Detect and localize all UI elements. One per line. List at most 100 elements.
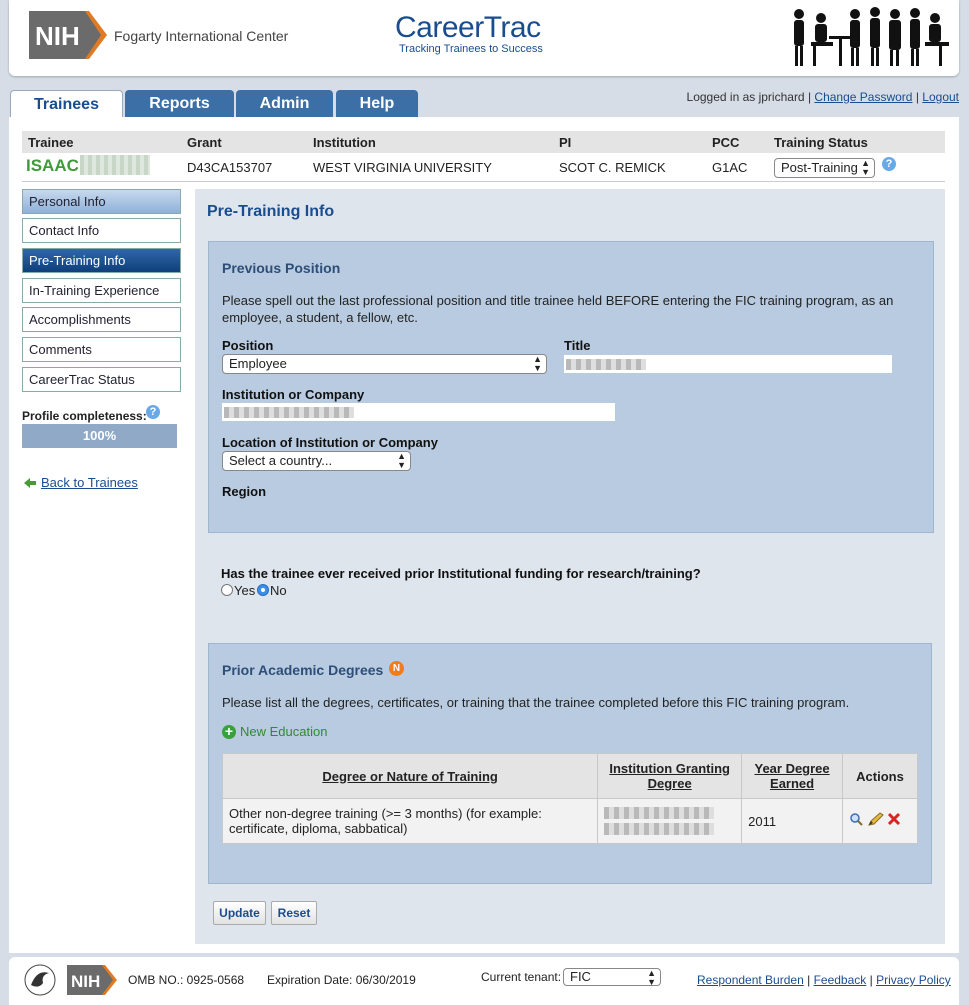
divider: [22, 181, 945, 182]
col-training-status: Training Status: [774, 135, 868, 150]
training-status-select[interactable]: Post-Training ▲ ▼: [774, 158, 875, 178]
svg-text:NIH: NIH: [71, 972, 100, 991]
redacted-title: [566, 359, 646, 370]
people-silhouettes-icon: [794, 7, 949, 66]
nih-footer-logo[interactable]: NIH: [67, 965, 117, 995]
omb-number: OMB NO.: 0925-0568: [128, 973, 245, 987]
funding-no-radio[interactable]: [257, 584, 269, 596]
tab-admin[interactable]: Admin: [236, 90, 333, 118]
previous-position-instructions: Please spell out the last professional p…: [222, 293, 894, 325]
sidebar-item-in-training-experience[interactable]: In-Training Experience: [22, 278, 181, 303]
profile-completeness-label: Profile completeness:: [22, 409, 147, 423]
col-actions: Actions: [842, 753, 918, 799]
institution-field[interactable]: [222, 403, 615, 421]
col-pcc: PCC: [712, 135, 740, 150]
sidebar-item-pre-training-info[interactable]: Pre-Training Info: [22, 248, 181, 273]
funding-yes-radio[interactable]: [221, 584, 233, 596]
institution-label: Institution or Company: [222, 387, 365, 402]
hhs-eagle-icon[interactable]: [23, 963, 57, 997]
page-footer: NIH OMB NO.: 0925-0568 Expiration Date: …: [9, 957, 959, 1005]
sidebar-item-comments[interactable]: Comments: [22, 337, 181, 362]
col-institution: Institution: [313, 135, 376, 150]
country-value: Select a country...: [229, 453, 333, 468]
delete-x-icon[interactable]: [887, 812, 901, 825]
prior-degrees-instructions: Please list all the degrees, certificate…: [222, 695, 850, 710]
sidebar-item-careertrac-status[interactable]: CareerTrac Status: [22, 367, 181, 392]
degrees-table: Degree or Nature of Training Institution…: [221, 753, 918, 844]
position-select[interactable]: Employee ▲ ▼: [222, 354, 547, 374]
redacted-institution: [604, 823, 715, 835]
degree-cell: Other non-degree training (>= 3 months) …: [221, 798, 599, 844]
privacy-policy-link[interactable]: Privacy Policy: [876, 973, 951, 987]
app-title: CareerTrac: [395, 11, 541, 44]
previous-position-title: Previous Position: [222, 260, 341, 276]
feedback-link[interactable]: Feedback: [814, 973, 867, 987]
pi-value: SCOT C. REMICK: [559, 160, 666, 175]
actions-cell: [842, 798, 918, 844]
col-degree[interactable]: Degree or Nature of Training: [221, 753, 599, 799]
help-icon[interactable]: ?: [882, 157, 896, 171]
title-label: Title: [564, 338, 591, 353]
view-magnifier-icon[interactable]: [850, 812, 863, 826]
redacted-institution: [224, 407, 354, 418]
sidebar-item-personal-info[interactable]: Personal Info: [22, 189, 181, 214]
profile-completeness-bar: 100%: [22, 424, 177, 448]
chevron-updown-icon: ▲ ▼: [533, 354, 542, 373]
col-pi: PI: [559, 135, 572, 150]
institution-value: WEST VIRGINIA UNIVERSITY: [313, 160, 492, 175]
nih-logo[interactable]: NIH: [29, 11, 107, 59]
year-cell: 2011: [741, 798, 843, 844]
help-icon[interactable]: ?: [146, 405, 160, 419]
col-institution-granting[interactable]: Institution Granting Degree: [597, 753, 743, 799]
new-education-button[interactable]: New Education: [240, 723, 327, 740]
sidebar-item-contact-info[interactable]: Contact Info: [22, 218, 181, 243]
page-header: NIH Fogarty International Center CareerT…: [9, 0, 959, 76]
position-label: Position: [222, 338, 274, 353]
table-row: Other non-degree training (>= 3 months) …: [221, 798, 918, 844]
location-label: Location of Institution or Company: [222, 435, 438, 450]
expiration-date: Expiration Date: 06/30/2019: [267, 973, 416, 987]
user-bar: Logged in as jprichard | Change Password…: [687, 90, 959, 104]
separator: |: [807, 973, 811, 987]
footer-links: Respondent Burden | Feedback | Privacy P…: [697, 973, 951, 987]
sidebar-item-accomplishments[interactable]: Accomplishments: [22, 307, 181, 332]
funding-yes-label[interactable]: Yes: [234, 582, 255, 599]
new-badge-icon: N: [389, 661, 404, 676]
training-status-value: Post-Training: [781, 160, 858, 175]
prior-degrees-title: Prior Academic Degrees: [222, 662, 384, 678]
row-actions: [850, 811, 901, 826]
update-button[interactable]: Update: [213, 901, 266, 925]
funding-no-label[interactable]: No: [270, 582, 287, 599]
chevron-updown-icon: ▲ ▼: [647, 968, 656, 987]
separator: |: [869, 973, 873, 987]
plus-circle-icon[interactable]: +: [222, 724, 236, 739]
logout-link[interactable]: Logout: [922, 90, 959, 104]
col-grant: Grant: [187, 135, 222, 150]
separator: |: [807, 90, 812, 104]
trainee-name[interactable]: ISAAC: [26, 156, 79, 176]
edit-pencil-icon[interactable]: [868, 811, 884, 826]
tenant-value: FIC: [570, 969, 591, 984]
trainee-table-header: Trainee Grant Institution PI PCC Trainin…: [22, 131, 945, 153]
title-field[interactable]: [564, 355, 892, 373]
funding-question: Has the trainee ever received prior Inst…: [221, 566, 701, 581]
back-to-trainees-link[interactable]: Back to Trainees: [41, 475, 138, 490]
tenant-select[interactable]: FIC ▲ ▼: [563, 968, 661, 987]
page-title: Pre-Training Info: [207, 203, 335, 220]
position-value: Employee: [229, 356, 287, 371]
app-subtitle: Tracking Trainees to Success: [399, 43, 543, 55]
region-label: Region: [222, 484, 267, 499]
grant-value: D43CA153707: [187, 160, 273, 175]
redacted-surname: [80, 155, 150, 175]
change-password-link[interactable]: Change Password: [814, 90, 912, 104]
redacted-institution: [604, 807, 715, 819]
col-trainee: Trainee: [28, 135, 74, 150]
tab-help[interactable]: Help: [336, 90, 418, 118]
respondent-burden-link[interactable]: Respondent Burden: [697, 973, 804, 987]
reset-button[interactable]: Reset: [271, 901, 317, 925]
chevron-updown-icon: ▲ ▼: [861, 158, 870, 177]
col-year-earned[interactable]: Year Degree Earned: [741, 753, 843, 799]
tab-trainees[interactable]: Trainees: [10, 90, 123, 119]
tab-reports[interactable]: Reports: [125, 90, 234, 118]
country-select[interactable]: Select a country... ▲ ▼: [222, 451, 411, 471]
